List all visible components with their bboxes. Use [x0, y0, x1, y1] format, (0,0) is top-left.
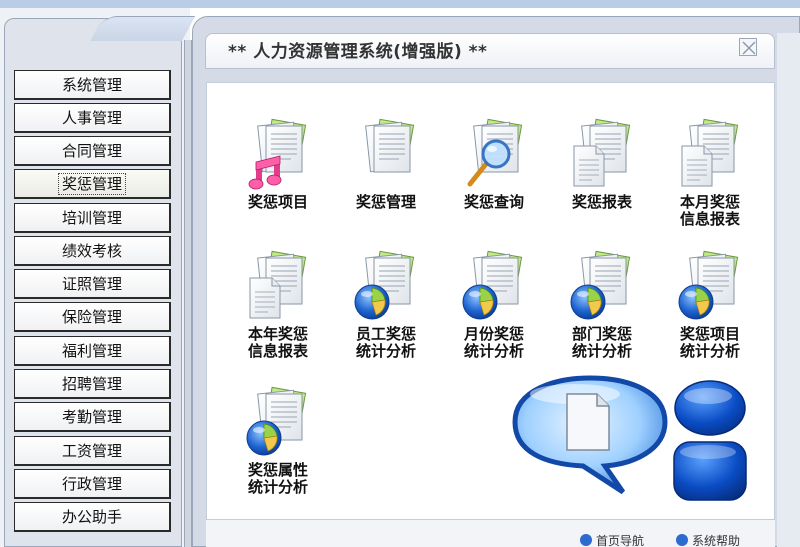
window-right-edge [777, 33, 800, 547]
panel-splitter[interactable] [184, 40, 192, 547]
search-document-icon [467, 118, 523, 187]
tile-label-line: 奖惩属性 [247, 461, 308, 479]
sidebar-item-personnel[interactable]: 人事管理 [14, 103, 171, 133]
tile-label: 奖惩报表 [550, 194, 654, 211]
speech-bubble-icon [512, 375, 668, 495]
sidebar-item-insurance[interactable]: 保险管理 [14, 302, 171, 332]
pie-chart-document-icon [678, 250, 739, 320]
tile-label-line: 本月奖惩 [679, 193, 740, 211]
tile-label-line: 部门奖惩 [571, 325, 632, 343]
footer-link-label: 系统帮助 [692, 534, 741, 547]
tile-label: 部门奖惩 统计分析 [550, 326, 654, 360]
sidebar-item-label: 系统管理 [61, 76, 122, 94]
tile-reward-manage[interactable]: 奖惩管理 [340, 118, 432, 242]
tile-monthly-stats[interactable]: 月份奖惩 统计分析 [448, 250, 540, 374]
close-icon [742, 41, 756, 55]
sidebar-item-recruit[interactable]: 招聘管理 [14, 369, 171, 399]
tile-label-line: 统计分析 [247, 478, 308, 496]
sidebar-item-label: 福利管理 [61, 342, 122, 360]
pie-chart-document-icon [570, 250, 631, 320]
sidebar-item-label: 办公助手 [61, 508, 122, 526]
report-document-icon [573, 118, 631, 187]
footer-link-label: 首页导航 [596, 534, 645, 547]
tile-label: 奖惩管理 [334, 194, 438, 211]
top-bar [0, 0, 800, 8]
tile-label: 奖惩属性 统计分析 [226, 462, 330, 496]
tile-label-line: 奖惩管理 [355, 193, 416, 211]
tile-label-line: 信息报表 [679, 210, 740, 228]
tile-label-line: 奖惩查询 [463, 193, 524, 211]
pie-chart-document-icon [246, 386, 307, 456]
sidebar-item-salary[interactable]: 工资管理 [14, 436, 171, 466]
tile-attribute-stats[interactable]: 奖惩属性 统计分析 [232, 386, 324, 510]
tile-label-line: 统计分析 [355, 342, 416, 360]
tile-label-line: 统计分析 [571, 342, 632, 360]
report-document-icon [249, 250, 307, 319]
sidebar-item-admin[interactable]: 行政管理 [14, 469, 171, 499]
help-icon [676, 534, 688, 546]
sidebar-item-label: 招聘管理 [61, 375, 122, 393]
sidebar-item-label: 绩效考核 [61, 242, 122, 260]
sidebar-item-label: 工资管理 [61, 442, 122, 460]
tile-reward-report[interactable]: 奖惩报表 [556, 118, 648, 242]
tile-label-line: 奖惩项目 [247, 193, 308, 211]
window-title: ** 人力资源管理系统(增强版) ** [228, 42, 488, 62]
tile-reward-items[interactable]: 奖惩项目 [232, 118, 324, 242]
tile-label-line: 月份奖惩 [463, 325, 524, 343]
sidebar-item-rewards[interactable]: 奖惩管理 [14, 169, 171, 199]
sidebar-item-label: 保险管理 [61, 308, 122, 326]
report-document-icon [681, 118, 739, 187]
tile-yearly-report[interactable]: 本年奖惩 信息报表 [232, 250, 324, 374]
close-button[interactable] [739, 38, 757, 56]
documents-icon [365, 118, 415, 173]
tile-label: 员工奖惩 统计分析 [334, 326, 438, 360]
sidebar-item-label: 奖惩管理 [57, 173, 127, 195]
sidebar-item-label: 行政管理 [61, 475, 122, 493]
home-nav-link[interactable]: 首页导航 [580, 532, 666, 547]
tile-label-line: 奖惩报表 [571, 193, 632, 211]
tile-label-line: 信息报表 [247, 342, 308, 360]
tile-label: 月份奖惩 统计分析 [442, 326, 546, 360]
pie-chart-document-icon [462, 250, 523, 320]
tile-label: 奖惩项目 统计分析 [658, 326, 762, 360]
sidebar-item-attendance[interactable]: 考勤管理 [14, 402, 171, 432]
tile-reward-query[interactable]: 奖惩查询 [448, 118, 540, 242]
tile-label-line: 统计分析 [463, 342, 524, 360]
home-icon [580, 534, 592, 546]
tile-label-line: 本年奖惩 [247, 325, 308, 343]
sidebar-item-label: 考勤管理 [61, 408, 122, 426]
help-link[interactable]: 系统帮助 [676, 532, 776, 547]
sidebar-item-performance[interactable]: 绩效考核 [14, 236, 171, 266]
pie-chart-document-icon [354, 250, 415, 320]
sidebar-item-label: 人事管理 [61, 109, 122, 127]
tile-label-line: 奖惩项目 [679, 325, 740, 343]
sidebar-item-contract[interactable]: 合同管理 [14, 136, 171, 166]
tile-label-line: 统计分析 [679, 342, 740, 360]
tile-employee-stats[interactable]: 员工奖惩 统计分析 [340, 250, 432, 374]
tile-department-stats[interactable]: 部门奖惩 统计分析 [556, 250, 648, 374]
sidebar-item-certificate[interactable]: 证照管理 [14, 269, 171, 299]
tile-monthly-report[interactable]: 本月奖惩 信息报表 [664, 118, 756, 242]
blue-buttons-icon [673, 380, 747, 501]
sidebar-item-label: 培训管理 [61, 209, 122, 227]
tile-label: 奖惩查询 [442, 194, 546, 211]
tile-item-stats[interactable]: 奖惩项目 统计分析 [664, 250, 756, 374]
sidebar-item-training[interactable]: 培训管理 [14, 203, 171, 233]
sidebar-item-welfare[interactable]: 福利管理 [14, 336, 171, 366]
sidebar-header-tab [90, 16, 196, 41]
sidebar-item-label: 合同管理 [61, 142, 122, 160]
tile-label-line: 员工奖惩 [355, 325, 416, 343]
tile-label: 本月奖惩 信息报表 [658, 194, 762, 228]
sidebar-item-system[interactable]: 系统管理 [14, 70, 171, 100]
music-document-icon [248, 118, 307, 190]
tile-label: 本年奖惩 信息报表 [226, 326, 330, 360]
sidebar-item-label: 证照管理 [61, 275, 122, 293]
tile-label: 奖惩项目 [226, 194, 330, 211]
sidebar-item-office[interactable]: 办公助手 [14, 502, 171, 532]
